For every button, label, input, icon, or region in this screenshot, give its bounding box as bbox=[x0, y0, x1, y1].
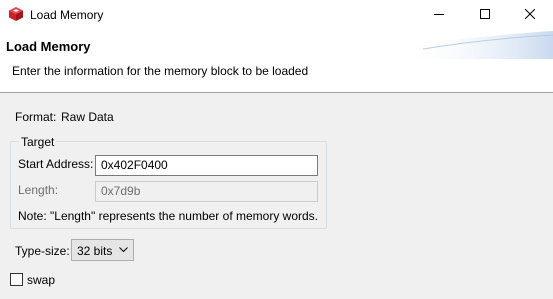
format-label: Format: bbox=[15, 110, 57, 124]
chevron-down-icon bbox=[119, 247, 128, 253]
minimize-button[interactable] bbox=[416, 0, 462, 29]
swap-checkbox[interactable] bbox=[10, 273, 23, 286]
target-group-title: Target bbox=[19, 135, 57, 149]
start-address-label: Start Address: bbox=[18, 157, 94, 171]
swap-label[interactable]: swap bbox=[27, 273, 55, 287]
dialog-content: Format: Raw Data Target Start Address: 0… bbox=[0, 93, 553, 299]
dialog-description: Enter the information for the memory blo… bbox=[12, 64, 309, 78]
close-icon bbox=[525, 9, 535, 19]
dialog-header: Load Memory Enter the information for th… bbox=[0, 29, 553, 92]
red-cube-icon bbox=[8, 6, 24, 22]
type-size-value: 32 bits bbox=[77, 244, 113, 258]
target-group: Target Start Address: 0x402F0400 Length:… bbox=[10, 135, 327, 229]
header-banner-graphic bbox=[403, 31, 553, 59]
maximize-icon bbox=[480, 9, 490, 19]
window-title: Load Memory bbox=[30, 8, 104, 22]
format-value: Raw Data bbox=[61, 110, 114, 124]
length-input: 0x7d9b bbox=[95, 181, 318, 202]
dialog-heading: Load Memory bbox=[6, 39, 91, 54]
start-address-input[interactable]: 0x402F0400 bbox=[95, 155, 318, 176]
close-button[interactable] bbox=[507, 0, 553, 29]
minimize-icon bbox=[434, 14, 444, 15]
type-size-label: Type-size: bbox=[15, 244, 70, 258]
length-label: Length: bbox=[18, 183, 59, 197]
type-size-select[interactable]: 32 bits bbox=[71, 239, 134, 261]
title-bar: Load Memory bbox=[0, 0, 553, 29]
maximize-button[interactable] bbox=[462, 0, 508, 29]
length-note: Note: "Length" represents the number of … bbox=[18, 209, 318, 223]
